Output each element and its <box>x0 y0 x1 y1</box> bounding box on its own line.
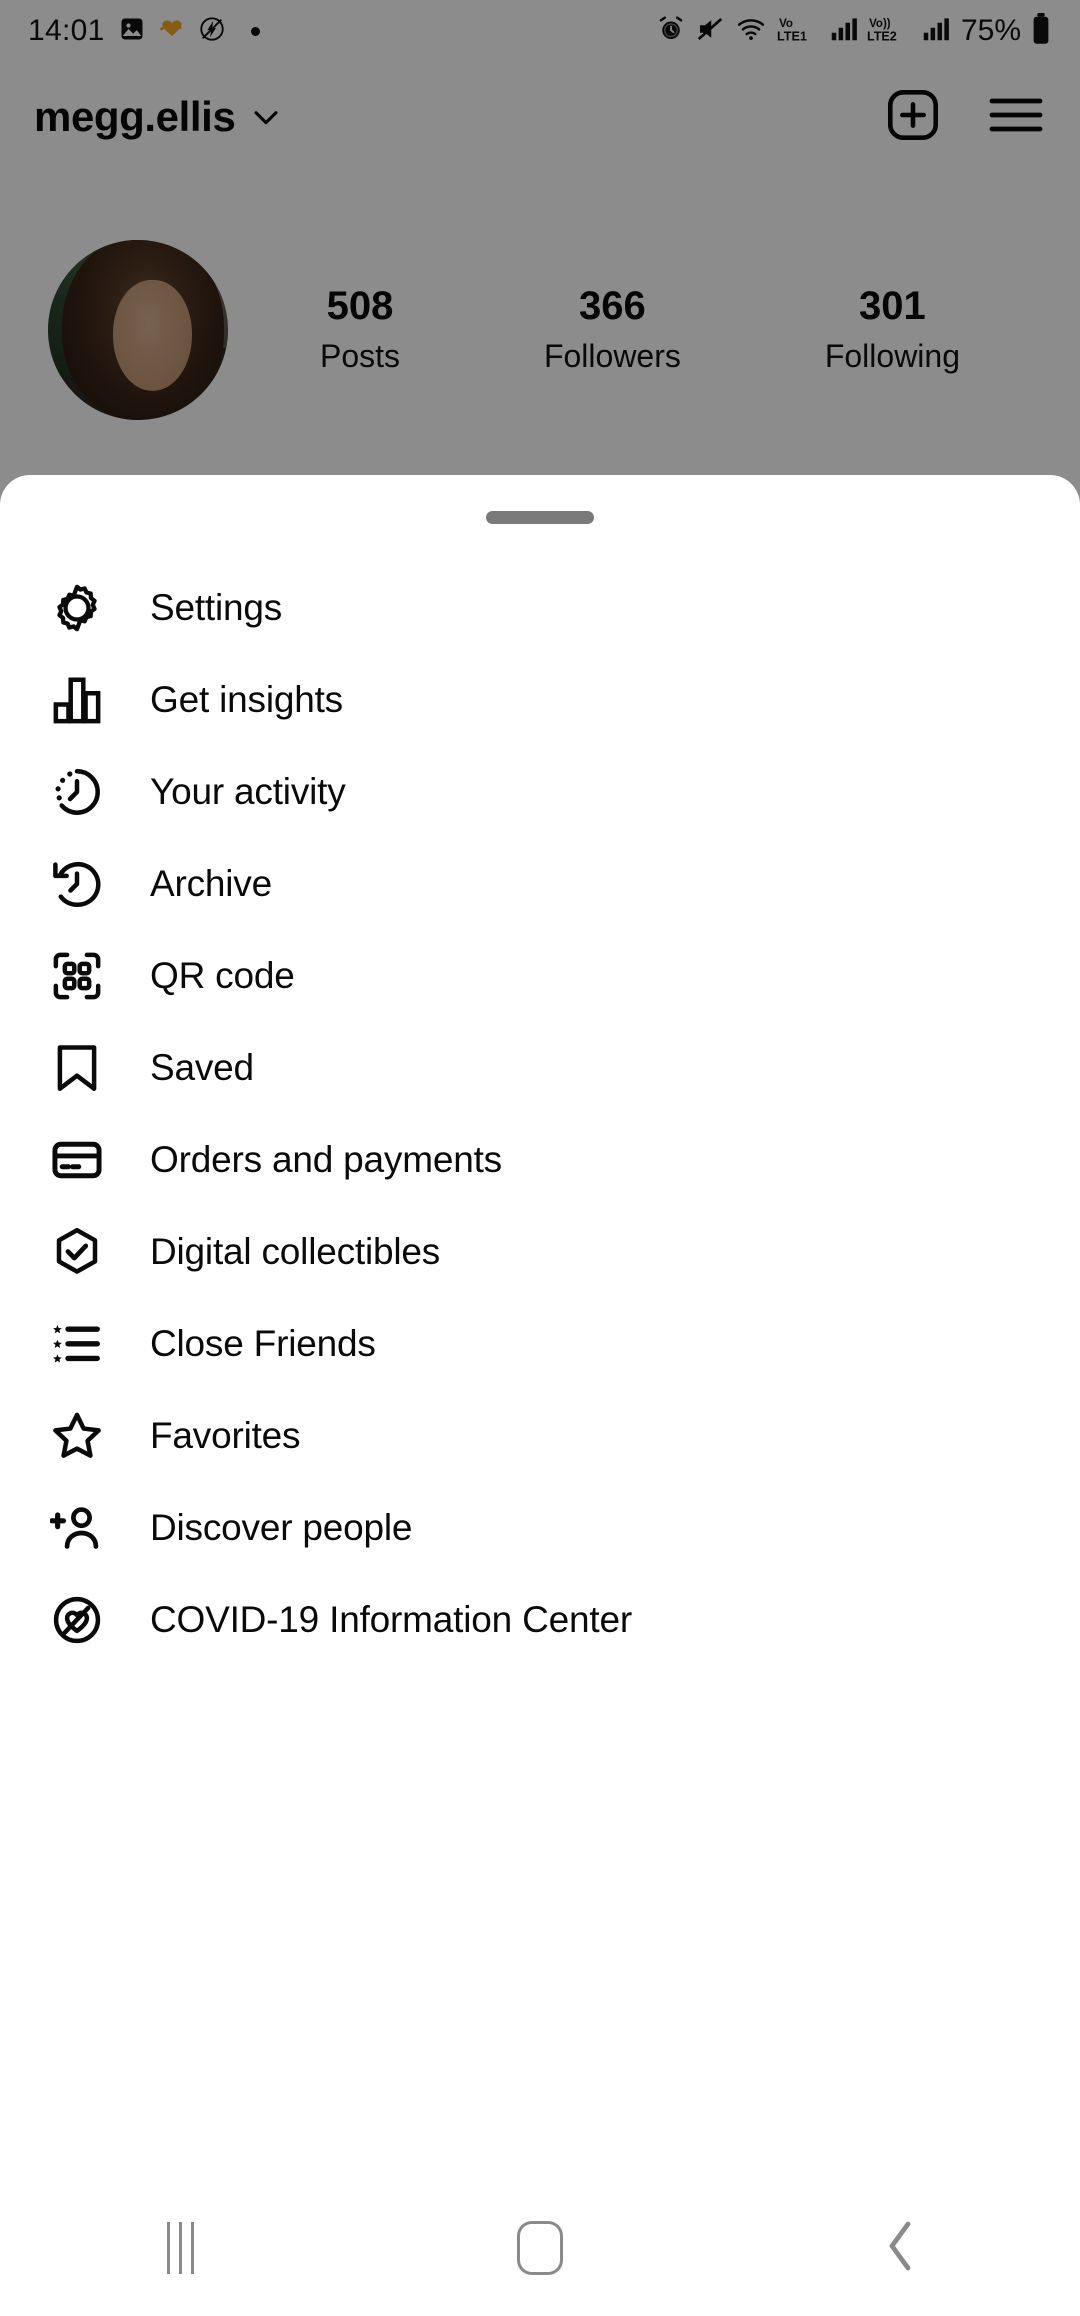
menu-item-favorites[interactable]: Favorites <box>0 1390 1080 1482</box>
menu-item-label: Discover people <box>150 1507 413 1548</box>
bar-chart-icon <box>46 669 108 731</box>
menu-item-label: Get insights <box>150 679 343 720</box>
home-button[interactable] <box>360 2221 720 2275</box>
menu-item-qr-code[interactable]: QR code <box>0 930 1080 1022</box>
menu-item-label: Digital collectibles <box>150 1231 441 1272</box>
recents-button[interactable] <box>0 2222 360 2274</box>
star-list-icon <box>46 1313 108 1375</box>
heart-circle-icon <box>46 1589 108 1651</box>
menu-item-close-friends[interactable]: Close Friends <box>0 1298 1080 1390</box>
menu-item-your-activity[interactable]: Your activity <box>0 746 1080 838</box>
sheet-drag-handle[interactable] <box>486 511 594 524</box>
menu-item-label: COVID-19 Information Center <box>150 1599 632 1640</box>
bookmark-icon <box>46 1037 108 1099</box>
menu-item-label: Your activity <box>150 771 346 812</box>
activity-clock-icon <box>46 761 108 823</box>
person-plus-icon <box>46 1497 108 1559</box>
menu-item-label: Settings <box>150 587 283 628</box>
menu-item-label: Favorites <box>150 1415 301 1456</box>
menu-item-orders-and-payments[interactable]: Orders and payments <box>0 1114 1080 1206</box>
archive-clock-icon <box>46 853 108 915</box>
menu-item-label: Saved <box>150 1047 254 1088</box>
menu-item-discover-people[interactable]: Discover people <box>0 1482 1080 1574</box>
profile-menu-sheet: Settings Get insights Your activity Arch… <box>0 475 1080 2180</box>
credit-card-icon <box>46 1129 108 1191</box>
phone-screen: 14:01 Vo LTE1 Vo)) LTE2 75% megg.ellis 5… <box>0 0 1080 2316</box>
menu-item-covid-19-information-center[interactable]: COVID-19 Information Center <box>0 1574 1080 1666</box>
menu-item-label: Archive <box>150 863 272 904</box>
star-outline-icon <box>46 1405 108 1467</box>
android-navigation-bar <box>0 2180 1080 2316</box>
menu-item-archive[interactable]: Archive <box>0 838 1080 930</box>
hexagon-check-icon <box>46 1221 108 1283</box>
gear-icon <box>46 577 108 639</box>
menu-item-saved[interactable]: Saved <box>0 1022 1080 1114</box>
menu-item-get-insights[interactable]: Get insights <box>0 654 1080 746</box>
menu-item-digital-collectibles[interactable]: Digital collectibles <box>0 1206 1080 1298</box>
qr-code-icon <box>46 945 108 1007</box>
menu-list: Settings Get insights Your activity Arch… <box>0 562 1080 1666</box>
menu-item-settings[interactable]: Settings <box>0 562 1080 654</box>
back-chevron-icon <box>880 2218 920 2279</box>
recents-icon <box>166 2222 194 2274</box>
menu-item-label: Orders and payments <box>150 1139 502 1180</box>
menu-item-label: Close Friends <box>150 1323 376 1364</box>
back-button[interactable] <box>720 2218 1080 2279</box>
home-icon <box>517 2221 563 2275</box>
menu-item-label: QR code <box>150 955 295 996</box>
